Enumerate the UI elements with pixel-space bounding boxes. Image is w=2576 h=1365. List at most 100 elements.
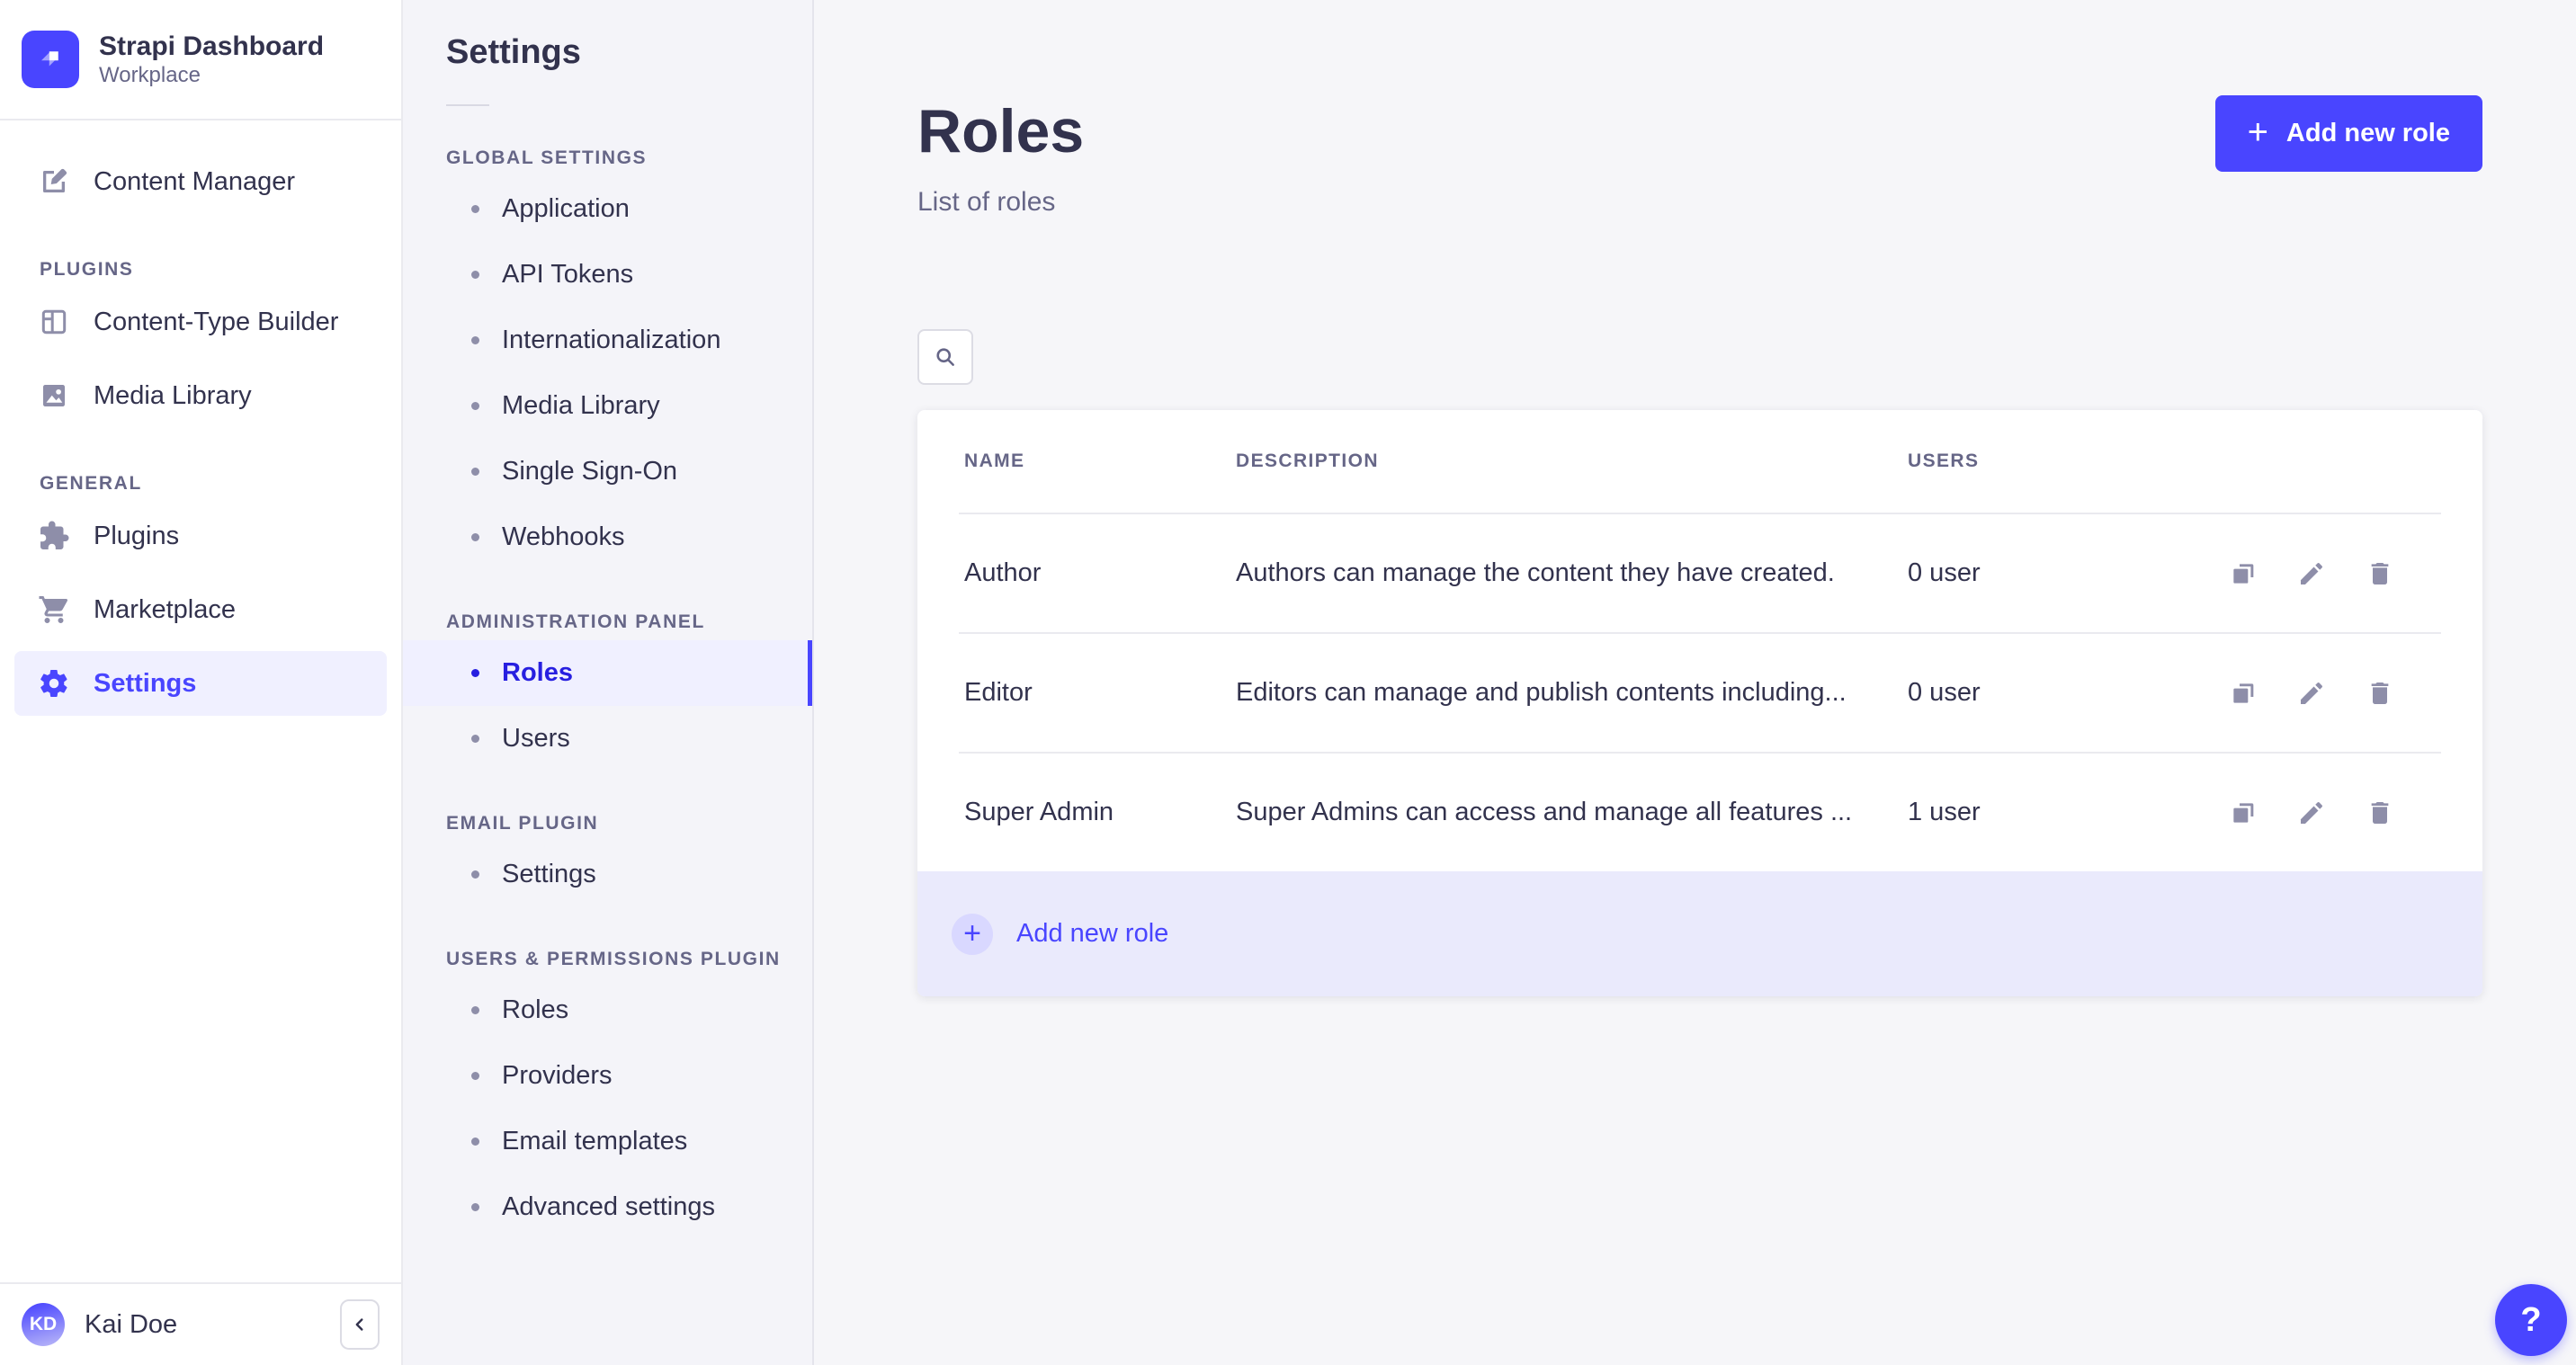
subnav-item-up-roles[interactable]: Roles (403, 977, 812, 1043)
pen-icon (38, 165, 70, 198)
subnav-item-single-sign-on[interactable]: Single Sign-On (403, 439, 812, 504)
role-description: Authors can manage the content they have… (1236, 558, 1835, 587)
user-name: Kai Doe (85, 1309, 178, 1339)
edit-icon[interactable] (2295, 677, 2328, 709)
table-row-super-admin[interactable]: Super Admin Super Admins can access and … (917, 754, 2482, 871)
subnav-item-users[interactable]: Users (403, 706, 812, 772)
subnav-item-application[interactable]: Application (403, 176, 812, 242)
add-new-role-label: Add new role (2285, 119, 2450, 147)
table-toolbar (917, 329, 2482, 385)
sidebar-nav: Content Manager PLUGINS Content-Type Bui… (0, 120, 401, 716)
table-row-author[interactable]: Author Authors can manage the content th… (917, 514, 2482, 632)
subnav-item-webhooks[interactable]: Webhooks (403, 504, 812, 570)
duplicate-icon[interactable] (2227, 797, 2259, 829)
bullet-icon (471, 870, 479, 879)
sidebar-item-content-type-builder[interactable]: Content-Type Builder (14, 290, 387, 354)
role-name: Author (964, 558, 1042, 587)
layout-icon (38, 306, 70, 338)
sidebar-item-label: Media Library (94, 380, 252, 410)
delete-icon[interactable] (2364, 677, 2396, 709)
footer-add-new-role-label: Add new role (1016, 919, 1169, 948)
subnav-divider (446, 104, 489, 106)
subnav-item-email-templates[interactable]: Email templates (403, 1109, 812, 1174)
column-header-users: USERS (1908, 451, 1980, 471)
sidebar-item-media-library[interactable]: Media Library (14, 363, 387, 428)
main-sidebar: Strapi Dashboard Workplace Content Manag… (0, 0, 403, 1365)
main-content: Roles List of roles + Add new role NAME … (814, 0, 2576, 1365)
bullet-icon (471, 735, 479, 743)
image-icon (38, 379, 70, 412)
roles-table-card: NAME DESCRIPTION USERS Author Authors ca… (917, 410, 2482, 996)
edit-icon[interactable] (2295, 558, 2328, 590)
role-name: Super Admin (964, 798, 1114, 826)
row-actions (2171, 797, 2396, 829)
plus-icon: + (2247, 112, 2268, 152)
subnav-item-internationalization[interactable]: Internationalization (403, 308, 812, 373)
app-title: Strapi Dashboard (99, 31, 325, 61)
bullet-icon (471, 402, 479, 410)
sidebar-item-label: Content Manager (94, 166, 296, 196)
sidebar-footer: KD Kai Doe (0, 1282, 401, 1365)
sidebar-item-plugins[interactable]: Plugins (14, 504, 387, 568)
bullet-icon (471, 669, 479, 677)
duplicate-icon[interactable] (2227, 677, 2259, 709)
subnav-item-api-tokens[interactable]: API Tokens (403, 242, 812, 308)
subnav-item-label: API Tokens (502, 260, 634, 289)
subnav-title: Settings (446, 33, 581, 71)
bullet-icon (471, 1072, 479, 1080)
bullet-icon (471, 1138, 479, 1146)
subnav-item-label: Providers (502, 1061, 613, 1090)
subnav-item-label: Application (502, 194, 630, 223)
bullet-icon (471, 336, 479, 344)
subnav-item-label: Email templates (502, 1127, 688, 1155)
subnav-item-roles[interactable]: Roles (403, 640, 812, 706)
subnav-section-users-permissions-plugin: USERS & PERMISSIONS PLUGIN (446, 949, 781, 969)
bullet-icon (471, 468, 479, 476)
subnav-item-advanced-settings[interactable]: Advanced settings (403, 1174, 812, 1240)
duplicate-icon[interactable] (2227, 558, 2259, 590)
sidebar-item-settings[interactable]: Settings (14, 651, 387, 716)
subnav-item-media-library[interactable]: Media Library (403, 373, 812, 439)
help-button[interactable]: ? (2495, 1284, 2567, 1356)
table-header-row: NAME DESCRIPTION USERS (917, 410, 2482, 513)
subnav-item-email-settings[interactable]: Settings (403, 842, 812, 907)
bullet-icon (471, 1006, 479, 1014)
role-name: Editor (964, 678, 1033, 707)
strapi-logo-icon (22, 31, 79, 88)
page-subtitle: List of roles (917, 187, 1056, 217)
sidebar-collapse-button[interactable] (340, 1299, 380, 1350)
role-users: 0 user (1908, 678, 1981, 707)
search-button[interactable] (917, 329, 973, 385)
delete-icon[interactable] (2364, 797, 2396, 829)
table-footer-add-new-role[interactable]: + Add new role (917, 871, 2482, 996)
subnav-section-global-settings: GLOBAL SETTINGS (446, 147, 648, 168)
search-icon (933, 344, 958, 370)
cart-icon (38, 593, 70, 626)
app-logo-header: Strapi Dashboard Workplace (0, 0, 401, 120)
app-subtitle: Workplace (99, 63, 201, 88)
avatar[interactable]: KD (22, 1303, 65, 1346)
subnav-item-label: Roles (502, 658, 573, 687)
chevron-left-icon (350, 1315, 370, 1334)
table-row-editor[interactable]: Editor Editors can manage and publish co… (917, 634, 2482, 752)
subnav-item-label: Settings (502, 860, 596, 888)
subnav-section-administration-panel: ADMINISTRATION PANEL (446, 611, 705, 632)
add-new-role-button[interactable]: + Add new role (2214, 95, 2482, 172)
sidebar-item-label: Settings (94, 668, 197, 698)
sidebar-item-content-manager[interactable]: Content Manager (14, 149, 387, 214)
subnav-item-label: Internationalization (502, 326, 721, 354)
row-actions (2171, 677, 2396, 709)
sidebar-item-marketplace[interactable]: Marketplace (14, 577, 387, 642)
bullet-icon (471, 271, 479, 279)
delete-icon[interactable] (2364, 558, 2396, 590)
edit-icon[interactable] (2295, 797, 2328, 829)
puzzle-icon (38, 520, 70, 552)
sidebar-section-plugins: PLUGINS (40, 259, 134, 280)
role-users: 1 user (1908, 798, 1981, 826)
row-actions (2171, 558, 2396, 590)
page-header: Roles List of roles + Add new role (917, 95, 2482, 218)
sidebar-item-label: Content-Type Builder (94, 307, 339, 336)
subnav-item-label: Advanced settings (502, 1192, 715, 1221)
plus-circle-icon: + (952, 913, 993, 955)
subnav-item-providers[interactable]: Providers (403, 1043, 812, 1109)
